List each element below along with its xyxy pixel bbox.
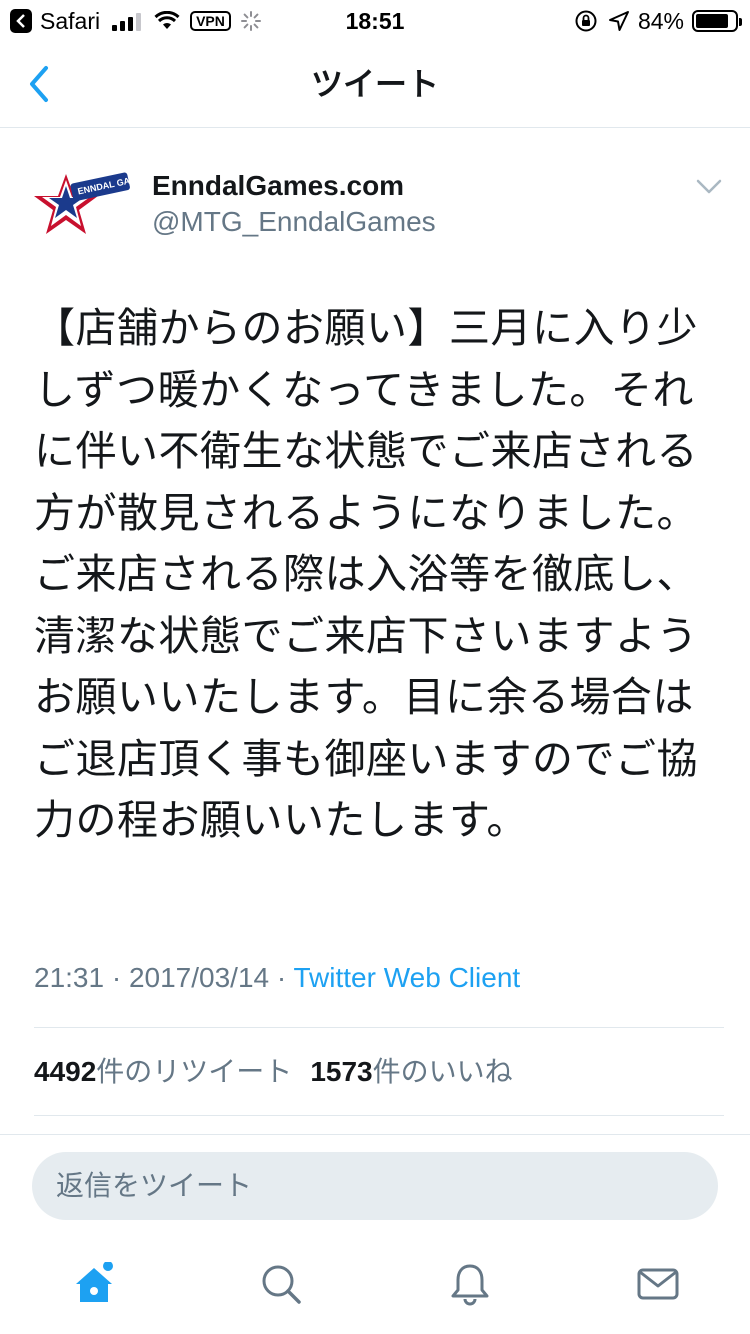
display-name[interactable]: EnndalGames.com <box>152 168 404 204</box>
home-icon[interactable] <box>72 1262 116 1306</box>
tweet-text: 【店舗からのお願い】三月に入り少しずつ暖かくなってきました。それに伴い不衛生な状… <box>34 304 698 844</box>
location-icon <box>608 11 629 31</box>
nav-bar: ツイート <box>0 40 750 128</box>
tweet-time: 21:31 <box>34 962 105 993</box>
notification-dot <box>103 1262 113 1271</box>
battery-fill <box>696 14 728 28</box>
tweet-stats: 4492件のリツイート 1573件のいいね <box>34 1052 513 1092</box>
tweet-client-link[interactable]: Twitter Web Client <box>294 962 521 993</box>
avatar[interactable]: ENNDAL GAMES <box>30 162 130 246</box>
reply-input[interactable]: 返信をツイート <box>32 1152 718 1220</box>
meta-separator: · <box>111 962 122 993</box>
retweet-count: 4492 <box>34 1056 97 1087</box>
status-bar: Safari VPN 18:51 84% <box>0 0 750 40</box>
search-icon[interactable] <box>259 1262 303 1306</box>
meta-separator-2: · <box>276 962 287 993</box>
messages-icon[interactable] <box>636 1262 680 1306</box>
chevron-down-icon[interactable] <box>696 178 722 196</box>
divider <box>34 1115 724 1116</box>
page-title: ツイート <box>310 65 439 103</box>
like-label: 件のいいね <box>372 1055 513 1088</box>
battery-icon <box>692 10 742 32</box>
tweet-meta: 21:31 · 2017/03/14 · Twitter Web Client <box>34 958 520 998</box>
battery-cap <box>739 18 742 26</box>
retweet-label: 件のリツイート <box>96 1055 293 1088</box>
star-logo: ENNDAL GAMES <box>34 172 130 234</box>
status-bar-right: 84% <box>574 6 742 36</box>
like-count: 1573 <box>310 1056 373 1087</box>
user-handle[interactable]: @MTG_EnndalGames <box>152 204 436 240</box>
rotation-lock-icon <box>575 10 597 32</box>
battery-percent: 84% <box>637 7 684 34</box>
notifications-icon[interactable] <box>448 1262 492 1306</box>
divider <box>34 1027 724 1028</box>
reply-area-divider <box>0 1134 750 1135</box>
like-stat[interactable]: 1573件のいいね <box>310 1055 512 1088</box>
retweet-stat[interactable]: 4492件のリツイート <box>34 1055 292 1088</box>
tweet-date: 2017/03/14 <box>128 962 270 993</box>
